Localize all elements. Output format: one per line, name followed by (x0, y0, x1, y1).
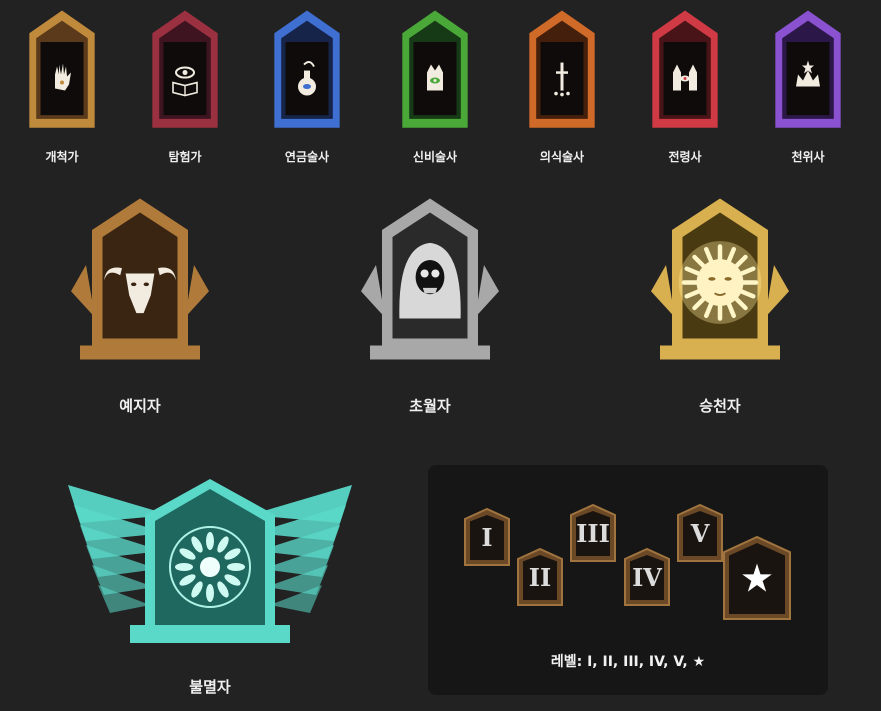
level-badge: IV (623, 547, 671, 607)
level-badge: II (516, 547, 564, 607)
class-label-large: 초월자 (409, 397, 451, 415)
level-numeral: V (690, 519, 710, 548)
class-badge-small (264, 8, 350, 134)
level-numeral: II (528, 563, 552, 592)
level-numeral: III (576, 519, 610, 548)
class-badge-large (355, 195, 505, 370)
level-caption: 레벨: I, II, III, IV, V, ★ (550, 654, 706, 670)
class-badge-small (642, 8, 728, 134)
class-label-small: 전령사 (668, 150, 702, 164)
sun-face-icon (678, 241, 762, 324)
level-numeral: IV (632, 563, 662, 592)
level-badge: ★ (722, 535, 792, 621)
class-label-small: 개척가 (45, 150, 79, 164)
mandala-icon (169, 526, 251, 608)
class-badge-large (645, 195, 795, 370)
class-badge-small (392, 8, 478, 134)
class-label-large: 승천자 (699, 397, 741, 415)
immortal-label: 불멸자 (189, 678, 231, 696)
level-badge: V (676, 503, 724, 563)
class-label-small: 탐험가 (168, 150, 202, 164)
class-badge-small (519, 8, 605, 134)
class-badge-small (142, 8, 228, 134)
immortal-badge (60, 475, 360, 655)
class-badge-small (19, 8, 105, 134)
class-label-small: 신비술사 (412, 150, 458, 164)
class-label-small: 의식술사 (539, 150, 585, 164)
class-badge-large (65, 195, 215, 370)
class-label-large: 예지자 (119, 397, 161, 415)
level-numeral: I (481, 523, 493, 552)
level-numeral: ★ (741, 559, 773, 599)
level-panel: I II III IV V ★ 레벨: I, II, III, IV, V, ★ (428, 465, 828, 695)
class-label-small: 연금술사 (284, 150, 330, 164)
class-badge-small (765, 8, 851, 134)
level-badge: III (569, 503, 617, 563)
class-label-small: 천위사 (791, 150, 825, 164)
level-badge: I (463, 507, 511, 567)
